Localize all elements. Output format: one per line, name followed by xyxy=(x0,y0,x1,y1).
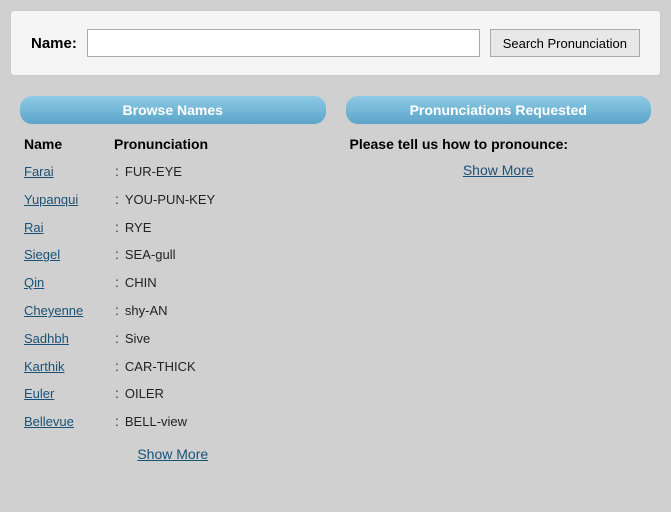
separator: : xyxy=(115,410,119,434)
pronunciation-text: FUR-EYE xyxy=(125,161,182,183)
table-row: Qin: CHIN xyxy=(20,269,326,297)
main-content: Browse Names Name Pronunciation Farai: FU… xyxy=(10,96,661,462)
name-link[interactable]: Sadhbh xyxy=(24,328,109,350)
name-link[interactable]: Euler xyxy=(24,383,109,405)
pronunciation-text: BELL-view xyxy=(125,411,187,433)
pronunciation-text: YOU-PUN-KEY xyxy=(125,189,215,211)
separator: : xyxy=(115,216,119,240)
table-row: Rai: RYE xyxy=(20,214,326,242)
separator: : xyxy=(115,299,119,323)
separator: : xyxy=(115,271,119,295)
pronunciations-panel-header: Pronunciations Requested xyxy=(346,96,652,124)
table-row: Bellevue: BELL-view xyxy=(20,408,326,436)
pron-show-more-link[interactable]: Show More xyxy=(463,162,534,178)
pronunciation-text: shy-AN xyxy=(125,300,168,322)
pronunciation-text: Sive xyxy=(125,328,150,350)
table-row: Farai: FUR-EYE xyxy=(20,158,326,186)
separator: : xyxy=(115,160,119,184)
pronunciation-text: RYE xyxy=(125,217,152,239)
col-pron-header: Pronunciation xyxy=(114,136,208,152)
pronunciations-subtext: Please tell us how to pronounce: xyxy=(346,136,652,152)
search-input[interactable] xyxy=(87,29,480,57)
page-wrapper: Name: Search Pronunciation Browse Names … xyxy=(10,10,661,462)
table-row: Sadhbh: Sive xyxy=(20,325,326,353)
separator: : xyxy=(115,355,119,379)
browse-col-headers: Name Pronunciation xyxy=(20,136,326,152)
name-link[interactable]: Qin xyxy=(24,272,109,294)
table-row: Yupanqui: YOU-PUN-KEY xyxy=(20,186,326,214)
search-panel: Name: Search Pronunciation xyxy=(10,10,661,76)
pronunciation-text: OILER xyxy=(125,383,164,405)
pronunciation-text: SEA-gull xyxy=(125,244,176,266)
name-link[interactable]: Cheyenne xyxy=(24,300,109,322)
col-name-header: Name xyxy=(24,136,114,152)
browse-panel: Browse Names Name Pronunciation Farai: FU… xyxy=(20,96,326,462)
table-row: Siegel: SEA-gull xyxy=(20,241,326,269)
name-link[interactable]: Farai xyxy=(24,161,109,183)
name-link[interactable]: Siegel xyxy=(24,244,109,266)
pronunciations-panel: Pronunciations Requested Please tell us … xyxy=(346,96,652,462)
search-button[interactable]: Search Pronunciation xyxy=(490,29,640,57)
browse-show-more-row: Show More xyxy=(20,446,326,462)
name-link[interactable]: Karthik xyxy=(24,356,109,378)
table-row: Euler: OILER xyxy=(20,380,326,408)
separator: : xyxy=(115,327,119,351)
search-label: Name: xyxy=(31,35,77,52)
name-link[interactable]: Yupanqui xyxy=(24,189,109,211)
table-row: Karthik: CAR-THICK xyxy=(20,353,326,381)
pron-show-more-row: Show More xyxy=(346,162,652,178)
separator: : xyxy=(115,188,119,212)
browse-show-more-link[interactable]: Show More xyxy=(137,446,208,462)
pronunciation-text: CAR-THICK xyxy=(125,356,196,378)
pronunciation-text: CHIN xyxy=(125,272,157,294)
name-link[interactable]: Bellevue xyxy=(24,411,109,433)
separator: : xyxy=(115,243,119,267)
table-row: Cheyenne: shy-AN xyxy=(20,297,326,325)
names-list: Farai: FUR-EYE Yupanqui: YOU-PUN-KEY Rai: RYE… xyxy=(20,158,326,436)
separator: : xyxy=(115,382,119,406)
name-link[interactable]: Rai xyxy=(24,217,109,239)
browse-panel-header: Browse Names xyxy=(20,96,326,124)
